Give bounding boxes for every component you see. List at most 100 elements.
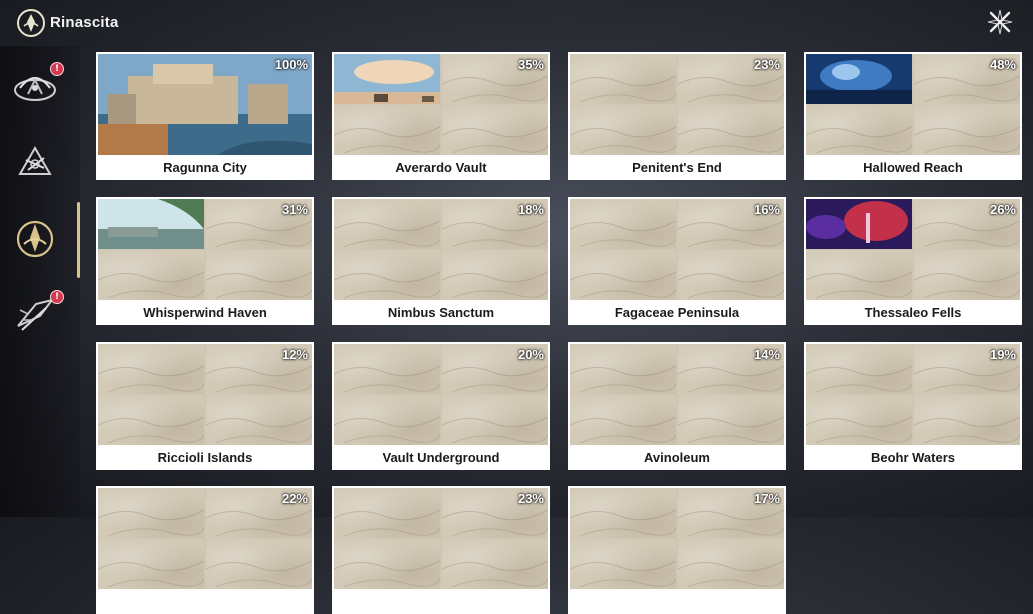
map-contour: [442, 271, 548, 299]
map-contour: [570, 75, 676, 103]
close-x-icon[interactable]: [982, 4, 1018, 40]
map-fog-tile: [678, 250, 784, 300]
location-card[interactable]: 22%: [96, 486, 314, 614]
location-map-thumbnail: 23%: [334, 488, 548, 589]
location-artwork: [806, 54, 912, 104]
map-contour: [570, 271, 676, 299]
location-card[interactable]: 48% Hallowed Reach: [804, 52, 1022, 180]
location-artwork: [98, 199, 204, 249]
sidebar-item-region-2[interactable]: [6, 134, 64, 192]
sidebar-item-region-4[interactable]: !: [6, 286, 64, 344]
sidebar-item-region-3[interactable]: [6, 210, 64, 268]
location-map-thumbnail: 48%: [806, 54, 1020, 155]
location-name: Penitent's End: [632, 160, 722, 175]
top-bar: Rinascita: [0, 0, 1033, 46]
map-fog-tile: [570, 344, 676, 394]
sidebar-badge: !: [50, 62, 64, 76]
map-contour: [334, 365, 440, 393]
exploration-progress: 48%: [989, 57, 1016, 72]
location-card[interactable]: 20% Vault Underground: [332, 342, 550, 470]
location-card[interactable]: 26% Thessaleo Fells: [804, 197, 1022, 325]
location-card[interactable]: 12% Riccioli Islands: [96, 342, 314, 470]
map-contour: [678, 126, 784, 154]
location-grid: 100% Ragunna City 35% Averardo Vault 23% Pe…: [96, 52, 1022, 614]
location-map-thumbnail: 17%: [570, 488, 784, 589]
map-contour: [570, 509, 676, 537]
region-title: Rinascita: [50, 14, 119, 31]
map-fog-tile: [442, 539, 548, 589]
map-fog-tile: [206, 250, 312, 300]
location-card[interactable]: 35% Averardo Vault: [332, 52, 550, 180]
rinascita-crest-icon: [16, 220, 54, 258]
map-fog-tile: [914, 250, 1020, 300]
map-contour: [914, 416, 1020, 444]
map-contour: [806, 365, 912, 393]
map-contour: [442, 416, 548, 444]
map-contour: [98, 560, 204, 588]
exploration-progress: 19%: [989, 347, 1016, 362]
map-fog-tile: [442, 105, 548, 155]
location-name: Vault Underground: [382, 450, 500, 465]
location-artwork: [334, 54, 440, 104]
map-contour: [334, 509, 440, 537]
map-contour: [98, 365, 204, 393]
location-name: [332, 590, 550, 614]
selected-indicator: [77, 202, 80, 278]
map-contour: [570, 365, 676, 393]
location-card[interactable]: 23% Penitent's End: [568, 52, 786, 180]
location-name: Riccioli Islands: [157, 450, 253, 465]
map-fog-tile: [678, 395, 784, 445]
location-map-thumbnail: 31%: [98, 199, 312, 300]
map-contour: [206, 271, 312, 299]
location-name: Beohr Waters: [870, 450, 956, 465]
location-name: Thessaleo Fells: [864, 305, 962, 320]
map-contour: [914, 126, 1020, 154]
location-name: [96, 590, 314, 614]
map-contour: [806, 126, 912, 154]
location-map-thumbnail: 14%: [570, 344, 784, 445]
map-contour: [678, 560, 784, 588]
rinascita-emblem-icon: [17, 9, 45, 37]
location-card[interactable]: 31% Whisperwind Haven: [96, 197, 314, 325]
region-sidebar: ! !: [0, 46, 80, 517]
location-name: Avinoleum: [644, 450, 710, 465]
map-fog-tile: [334, 250, 440, 300]
map-fog-tile: [442, 395, 548, 445]
exploration-progress: 100%: [274, 57, 308, 72]
map-contour: [806, 271, 912, 299]
sidebar-item-region-1[interactable]: !: [6, 58, 64, 116]
map-contour: [442, 560, 548, 588]
location-name: Fagaceae Peninsula: [614, 305, 740, 320]
location-name: Hallowed Reach: [863, 160, 963, 175]
map-fog-tile: [678, 105, 784, 155]
location-card[interactable]: 17%: [568, 486, 786, 614]
location-name: Nimbus Sanctum: [387, 305, 495, 320]
location-card[interactable]: 100% Ragunna City: [96, 52, 314, 180]
map-fog-tile: [98, 539, 204, 589]
map-fog-tile: [570, 488, 676, 538]
map-fog-tile: [442, 250, 548, 300]
map-contour: [570, 220, 676, 248]
map-fog-tile: [806, 344, 912, 394]
map-fog-tile: [806, 250, 912, 300]
exploration-progress: 12%: [281, 347, 308, 362]
location-card[interactable]: 14% Avinoleum: [568, 342, 786, 470]
map-contour: [806, 416, 912, 444]
location-card[interactable]: 18% Nimbus Sanctum: [332, 197, 550, 325]
location-map-thumbnail: 12%: [98, 344, 312, 445]
map-contour: [678, 271, 784, 299]
map-fog-tile: [570, 199, 676, 249]
location-card[interactable]: 23%: [332, 486, 550, 614]
exploration-progress: 14%: [753, 347, 780, 362]
map-contour: [914, 271, 1020, 299]
location-map-thumbnail: 35%: [334, 54, 548, 155]
location-map-thumbnail: 16%: [570, 199, 784, 300]
exploration-progress: 20%: [517, 347, 544, 362]
map-fog-tile: [806, 395, 912, 445]
location-card[interactable]: 19% Beohr Waters: [804, 342, 1022, 470]
map-fog-tile: [98, 344, 204, 394]
location-map-thumbnail: 26%: [806, 199, 1020, 300]
map-fog-tile: [98, 250, 204, 300]
exploration-progress: 23%: [517, 491, 544, 506]
location-card[interactable]: 16% Fagaceae Peninsula: [568, 197, 786, 325]
